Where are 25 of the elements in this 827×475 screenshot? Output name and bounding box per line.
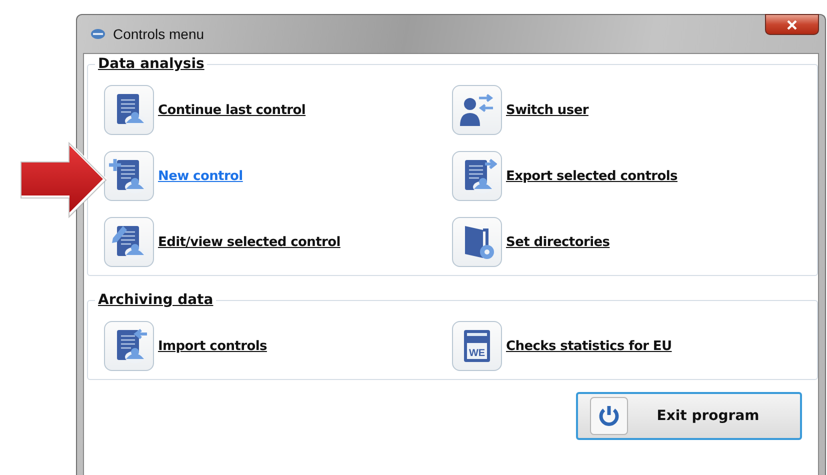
menu-icon-button[interactable]: WE [452, 321, 502, 371]
menu-link[interactable]: Switch user [506, 102, 588, 118]
menu-link[interactable]: Continue last control [158, 102, 306, 118]
menu-link[interactable]: Edit/view selected control [158, 234, 340, 250]
window-title: Controls menu [113, 26, 204, 42]
menu-link[interactable]: Import controls [158, 338, 267, 354]
menu-icon-button[interactable] [104, 217, 154, 267]
power-icon [597, 404, 621, 428]
menu-icon-button[interactable] [452, 217, 502, 267]
icon-label: WE [468, 348, 486, 359]
close-icon [786, 20, 798, 30]
app-icon [91, 29, 105, 39]
group-title: Archiving data [95, 292, 216, 308]
group-title: Data analysis [95, 56, 208, 72]
menu-icon-button[interactable] [104, 85, 154, 135]
menu-icon-button[interactable] [104, 321, 154, 371]
menu-icon-button[interactable] [452, 151, 502, 201]
menu-link[interactable]: Checks statistics for EU [506, 338, 672, 354]
close-button[interactable] [765, 14, 819, 35]
menu-icon-button[interactable] [452, 85, 502, 135]
menu-link[interactable]: Export selected controls [506, 168, 678, 184]
menu-link[interactable]: New control [158, 168, 243, 184]
exit-button[interactable]: Exit program [576, 392, 802, 440]
menu-icon-button[interactable] [104, 151, 154, 201]
menu-link[interactable]: Set directories [506, 234, 610, 250]
